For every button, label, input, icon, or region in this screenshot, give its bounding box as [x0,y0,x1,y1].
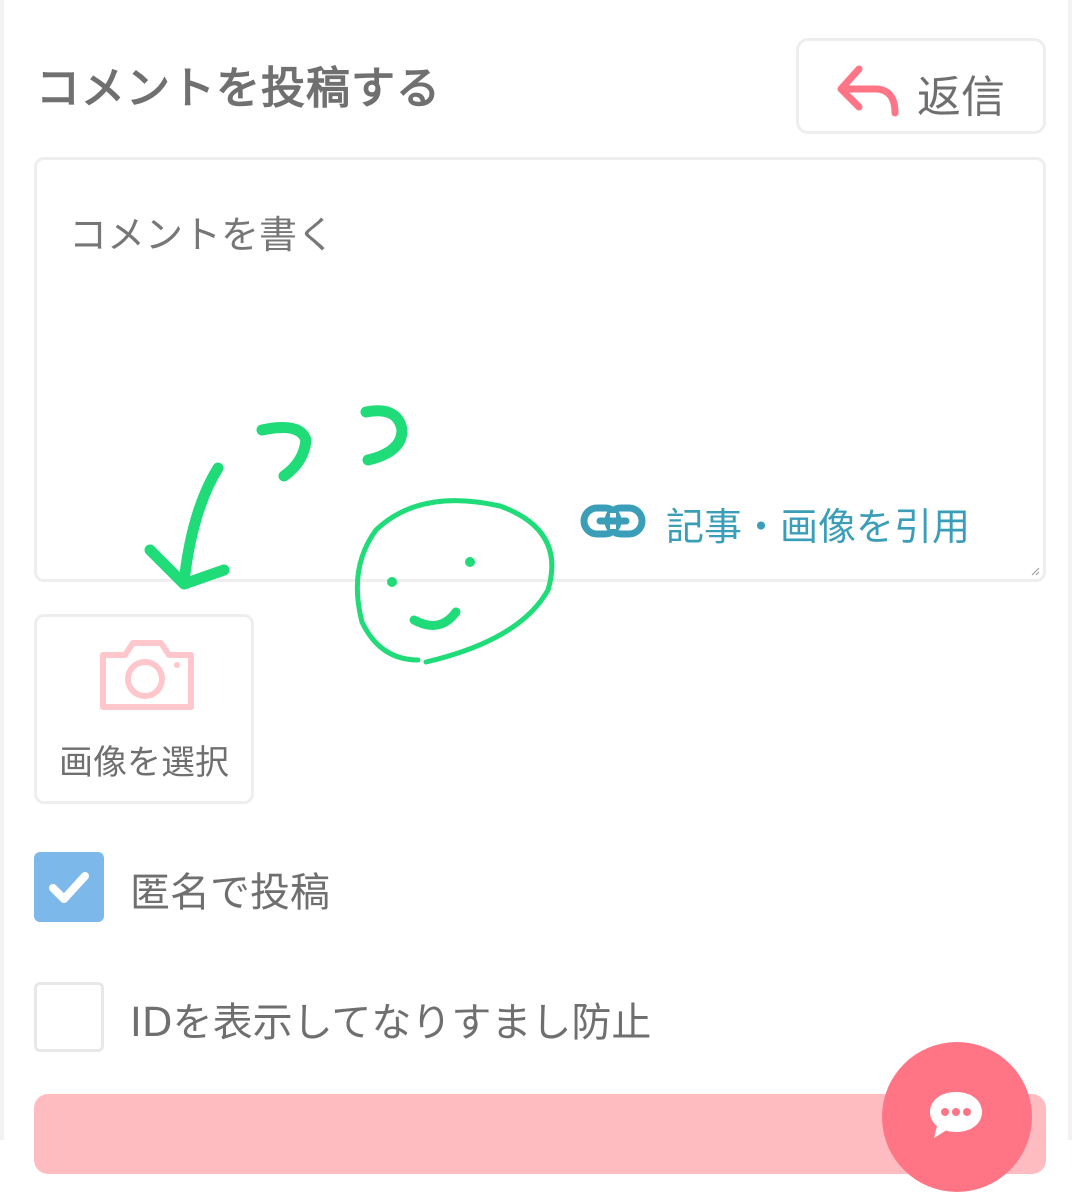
link-chain-icon [580,504,646,538]
select-image-label: 画像を選択 [59,743,229,783]
reply-arrow-icon [837,65,899,117]
select-image-button[interactable]: 画像を選択 [34,614,254,804]
reply-button[interactable]: 返信 [796,38,1046,134]
anonymous-label: 匿名で投稿 [130,870,330,916]
camera-icon [100,640,194,710]
show-id-checkbox[interactable] [34,982,104,1052]
resize-handle-icon[interactable] [1030,566,1040,576]
checkmark-icon [49,872,89,903]
show-id-label: IDを表示してなりすまし防止 [130,1000,652,1046]
cite-label: 記事・画像を引用 [666,505,971,549]
chat-bubble-icon [930,1092,982,1138]
page-title: コメントを投稿する [36,63,441,114]
anonymous-checkbox[interactable] [34,852,104,922]
comment-placeholder: コメントを書く [69,213,336,257]
reply-label: 返信 [917,72,1005,123]
chat-fab-button[interactable] [882,1042,1032,1192]
